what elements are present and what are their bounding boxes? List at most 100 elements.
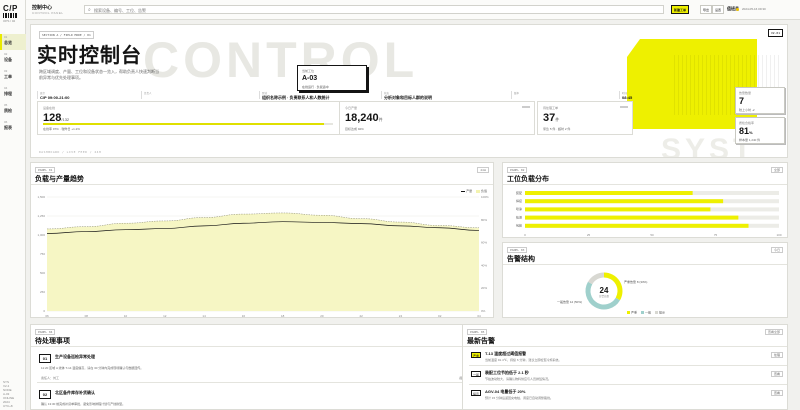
todo-title: 生产设备巡检异常处理 — [55, 354, 95, 359]
y-tick-label: 500 — [40, 271, 45, 275]
y-tick-label: 0 — [43, 309, 45, 313]
clock-time: 2024-05-16 09:30 — [742, 7, 766, 11]
y-tick-label: 750 — [40, 252, 45, 256]
alert-item[interactable]: 提示 AGV-04 电量低于 20% 预计 15 分钟后返回充电桩，调度已自动调… — [469, 387, 787, 404]
panel-code: PANEL 04 — [35, 329, 56, 335]
x-tick-label: 02 — [438, 314, 442, 318]
kpi-label: 待处理工单 — [543, 106, 559, 110]
alert-desc: 当前温度 91.4℃，持续 6 分钟，建议立即检查冷却系统。 — [485, 358, 562, 362]
x-tick-label: 20 — [320, 314, 324, 318]
sidebar-item-6[interactable]: 06 报表 — [0, 119, 26, 135]
info-area: 区域 组织名称示例 · 负责联系人和人数统计 — [259, 91, 330, 100]
search-box[interactable]: ⌕ — [84, 5, 664, 14]
alert-action-button[interactable]: 查看 — [770, 371, 783, 377]
legend-label: 严重 — [631, 310, 637, 315]
kpi-output[interactable]: 今日产量 18,240件 目标达成 92% — [339, 101, 535, 135]
kpi-more-icon[interactable] — [522, 106, 530, 108]
sidebar-item-label: 设备 — [4, 57, 12, 62]
hero-code: SECTION A / FIELD MODE / 01 — [39, 31, 94, 39]
settings-button[interactable]: 设置 — [712, 5, 725, 14]
sidebar-item-number: 01 — [4, 35, 8, 39]
alert-desc: 节拍波动较大，请确认物料供应与人员排班情况。 — [485, 377, 552, 381]
kpi-sub: 目标达成 92% — [345, 127, 364, 131]
todo-number: 02 — [39, 390, 51, 399]
sidebar-item-4[interactable]: 04 排程 — [0, 85, 26, 101]
sidebar-item-3[interactable]: 03 工单 — [0, 68, 26, 84]
kpi-pending-orders[interactable]: 待处理工单 37件 紧急 5 件 · 超时 2 件 — [537, 101, 633, 135]
info-owner: 负责人 — [141, 91, 152, 99]
side-kpi-quality[interactable]: 质检合格率 81% 样本量 1,240 件 — [735, 117, 785, 144]
y2-tick-label: 80% — [481, 218, 487, 222]
alert-desc: 预计 15 分钟后返回充电桩，调度已自动调整路线。 — [485, 396, 554, 400]
new-order-button[interactable]: 新建工单 — [671, 5, 690, 14]
alert-action-button[interactable]: 处理 — [770, 352, 783, 358]
todo-desc: 确认 13:30 前完成补货单审批，避免影响排程计划与产线换型。 — [41, 402, 126, 406]
export-button[interactable]: 导出 — [700, 5, 713, 14]
barcode-icon — [3, 13, 17, 18]
alert-level: 一般 — [471, 371, 481, 377]
kpi-more-icon[interactable] — [620, 106, 628, 108]
bar-label: 喷涂 — [516, 206, 522, 211]
app-logo[interactable]: C/P — [3, 4, 18, 13]
sidebar-item-number: 03 — [4, 69, 8, 73]
x-tick-label: 04 — [477, 314, 481, 318]
hero-section: CONTROL SYST SECTION A / FIELD MODE / 01… — [30, 24, 788, 158]
station-value: A-03 — [302, 75, 318, 82]
alert-item[interactable]: 一般 装配工位节拍低于 2.1 秒 节拍波动较大，请确认物料供应与人员排班情况。… — [469, 368, 787, 385]
search-input[interactable] — [94, 7, 654, 13]
alert-title: 装配工位节拍低于 2.1 秒 — [485, 370, 529, 375]
view-all-alerts-button[interactable]: 查看全部 — [764, 329, 783, 335]
divider — [463, 346, 787, 347]
sidebar: C/P OPS / 02 01 总览 02 设备 03 工单 04 排程 05 质检 06 报表 SY… — [0, 0, 26, 410]
app-title: 控制中心 — [32, 5, 53, 11]
callout-label: 严重告警 8 (33%) — [624, 279, 647, 284]
workload-panel: PANEL 02 工位负载分布 全部 0 25 50 75 100 装配 焊接 喷涂 检测 包装 — [502, 162, 788, 238]
y2-tick-label: 60% — [481, 241, 487, 245]
side-kpi-label: 质检合格率 — [739, 121, 755, 125]
alert-item[interactable]: 严重 T-13 温度超过阈值报警 当前温度 91.4℃，持续 6 分钟，建议立即… — [469, 349, 787, 366]
callout-label: 一般告警 12 (50%) — [557, 299, 582, 304]
side-kpi-label: 告警数量 — [739, 91, 752, 95]
sidebar-item-1[interactable]: 01 总览 — [0, 34, 26, 50]
sidebar-item-number: 05 — [4, 103, 8, 107]
series-load-area — [47, 212, 479, 311]
sidebar-footer: SYS V2.4 NODE A-03 ONLINE 2024 UTC+8 — [3, 380, 15, 408]
x-tick-label: 06 — [45, 314, 49, 318]
todo-item[interactable]: 02 北区备件库存补货确认 一般 确认 13:30 前完成补货单审批，避免影响排… — [37, 387, 489, 410]
side-kpi-value: 81% — [739, 126, 753, 136]
bar-label: 装配 — [516, 190, 522, 195]
station-status: 在线运行 · 负载适中 — [302, 85, 329, 89]
todo-desc: 11:20 区域 A 线体 T-14 温度偏高，请在 30 分钟内完成现场确认与… — [41, 366, 144, 370]
trend-chart-panel: PANEL 01 负载与产量趋势 24H 产量 负载 1,500 1,250 1,0… — [30, 162, 494, 318]
bar — [525, 215, 739, 220]
sidebar-item-number: 06 — [4, 120, 8, 124]
sidebar-item-5[interactable]: 05 质检 — [0, 102, 26, 118]
side-kpi-sub: 较上小时 -2 — [739, 108, 755, 112]
todo-item[interactable]: 01 生产设备巡检异常处理 紧急 11:20 区域 A 线体 T-14 温度偏高… — [37, 351, 489, 383]
workload-chart: 0 25 50 75 100 装配焊接喷涂检测包装 — [516, 190, 782, 237]
station-label: 当前工位 — [302, 69, 315, 73]
y2-tick-label: 40% — [481, 263, 487, 267]
legend-swatch — [655, 311, 658, 314]
bar — [525, 223, 749, 228]
bar-label: 焊接 — [516, 198, 522, 203]
kpi-devices-online[interactable]: 设备在线 128/132 在线率 97% · 较昨日 +1.2% — [37, 101, 367, 135]
topbar: 控制中心 CONTROL PANEL ⌕ 新建工单 导出 设置 值班员 2024… — [26, 0, 800, 20]
panel-code: PANEL 05 — [467, 329, 488, 335]
side-kpi-value: 7 — [739, 96, 745, 106]
current-station-card[interactable]: 当前工位 A-03 在线运行 · 负载适中 — [297, 65, 367, 91]
alert-title: AGV-04 电量低于 20% — [485, 389, 526, 394]
todo-panel: PANEL 04 待处理事项 查看全部 01 生产设备巡检异常处理 紧急 11:… — [30, 324, 494, 410]
y-tick-label: 1,250 — [37, 214, 45, 218]
y2-tick-label: 100% — [481, 195, 489, 199]
legend-label: 一般 — [645, 310, 651, 315]
side-kpi-alerts[interactable]: 告警数量 7 较上小时 -2 — [735, 87, 785, 114]
legend-swatch — [641, 311, 644, 314]
todo-owner: 责任人：刘工 — [41, 376, 60, 380]
donut-total: 24 — [600, 286, 609, 295]
sidebar-item-2[interactable]: 02 设备 — [0, 51, 26, 67]
alert-action-button[interactable]: 查看 — [770, 390, 783, 396]
x-tick-label: 18 — [281, 314, 285, 318]
bar — [525, 191, 693, 195]
page-title: 实时控制台 — [37, 45, 142, 67]
